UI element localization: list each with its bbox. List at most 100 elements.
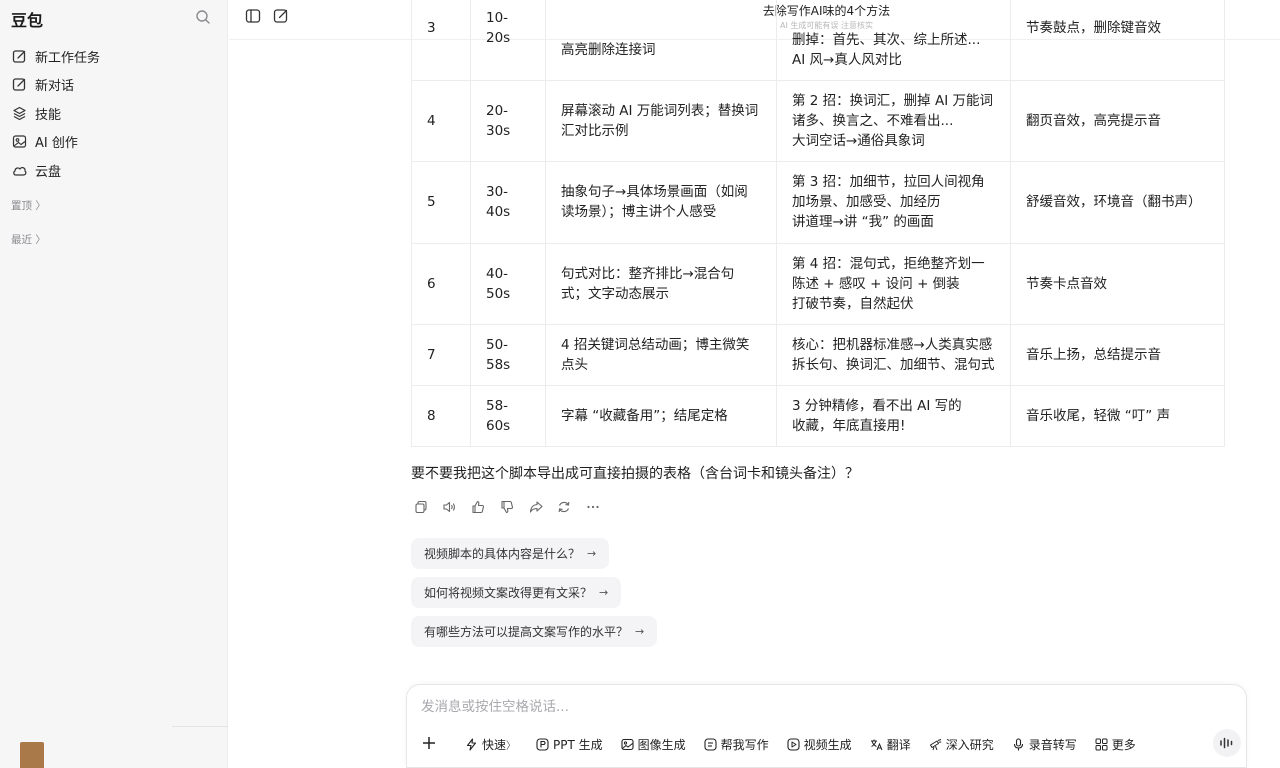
composer: 快速〉 PPT 生成 图像生成 帮我写作 视频生成 [406, 684, 1247, 768]
plus-icon[interactable] [421, 735, 437, 751]
table-cell-audio: 翻页音效，高亮提示音 [1010, 80, 1225, 162]
table-cell-num: 3 [411, 0, 471, 81]
table-cell-text: 3 分钟精修，看不出 AI 写的 收藏，年底直接用! [776, 385, 1011, 447]
table-cell-text: 第 3 招：加细节，拉回人间视角 加场景、加感受、加经历 讲道理→讲 “我” 的… [776, 161, 1011, 244]
sidebar-item-label: 新对话 [35, 79, 75, 95]
tool-more[interactable]: 更多 [1095, 736, 1136, 753]
layers-icon [12, 106, 27, 121]
research-icon [929, 738, 942, 751]
tool-writing[interactable]: 帮我写作 [704, 736, 769, 753]
sidebar: 豆包 新工作任务 新对话 技能 AI 创作 云盘 置顶 〉 最近 〉 [0, 0, 228, 768]
tool-quick-mode[interactable]: 快速〉 [465, 736, 516, 753]
avatar[interactable] [20, 742, 44, 768]
table-cell-time: 20-30s [470, 80, 546, 162]
thumbs-down-icon[interactable] [499, 499, 515, 515]
table-cell-visual: 屏幕滚动 AI 万能词列表；替换词汇对比示例 [545, 80, 777, 162]
app-logo-text: 豆包 [11, 11, 44, 30]
table-row: 4 20-30s 屏幕滚动 AI 万能词列表；替换词汇对比示例 第 2 招：换词… [411, 80, 1225, 162]
sidebar-item-label: 云盘 [35, 164, 62, 180]
sidebar-item-skills[interactable]: 技能 [0, 99, 228, 128]
suggestion-chip[interactable]: 有哪些方法可以提高文案写作的水平？ → [411, 616, 658, 647]
tool-label: 帮我写作 [720, 737, 769, 752]
table-cell-text: 第 4 招：混句式，拒绝整齐划一 陈述 + 感叹 + 设问 + 倒装 打破节奏，… [776, 243, 1011, 325]
message-input[interactable] [421, 695, 1201, 719]
cloud-icon [12, 163, 27, 178]
table-cell-audio: 节奏卡点音效 [1010, 243, 1225, 325]
narration-text: 删掉：首先、其次、综上所述... AI 风→真人风对比 [792, 32, 981, 69]
tool-ppt[interactable]: PPT 生成 [536, 736, 603, 753]
tool-label: 录音转写 [1028, 737, 1077, 752]
voice-input-button[interactable] [1213, 729, 1241, 757]
suggestion-text: 有哪些方法可以提高文案写作的水平？ [424, 625, 629, 639]
tool-label: 更多 [1111, 737, 1136, 752]
copy-icon[interactable] [413, 499, 429, 515]
speaker-icon[interactable] [442, 499, 458, 515]
new-chat-icon [12, 77, 27, 92]
tool-deep-research[interactable]: 深入研究 [929, 736, 994, 753]
tool-image-gen[interactable]: 图像生成 [621, 736, 686, 753]
suggestion-chip[interactable]: 视频脚本的具体内容是什么？ → [411, 538, 610, 569]
tool-label: 深入研究 [945, 737, 994, 752]
visual-text: 高亮删除连接词 [561, 42, 656, 59]
tool-label: PPT 生成 [553, 737, 603, 752]
suggestion-chip[interactable]: 如何将视频文案改得更有文采？ → [411, 577, 622, 608]
arrow-right-icon: → [635, 625, 645, 638]
sidebar-pinned-section[interactable]: 置顶 〉 [11, 198, 46, 213]
thumbs-up-icon[interactable] [470, 499, 486, 515]
table-cell-time: 40-50s [470, 243, 546, 325]
tool-transcribe[interactable]: 录音转写 [1012, 736, 1077, 753]
table-cell-audio: 音乐收尾，轻微 “叮” 声 [1010, 385, 1225, 447]
table-cell-num: 8 [411, 385, 471, 447]
sidebar-item-new-task[interactable]: 新工作任务 [0, 42, 228, 71]
sidebar-item-cloud[interactable]: 云盘 [0, 156, 228, 185]
table-cell-visual: 高亮删除连接词 [545, 0, 777, 81]
divider [172, 726, 228, 727]
assistant-followup-question: 要不要我把这个脚本导出成可直接拍摄的表格（含台词卡和镜头备注）？ [411, 466, 859, 482]
share-icon[interactable] [528, 499, 544, 515]
tool-label: 翻译 [886, 737, 911, 752]
table-cell-visual: 字幕 “收藏备用”；结尾定格 [545, 385, 777, 447]
ppt-icon [536, 737, 549, 751]
image-icon [12, 134, 27, 149]
composer-toolbar: 快速〉 PPT 生成 图像生成 帮我写作 视频生成 翻译 深入研究 录音转写 更… [465, 734, 1136, 754]
sidebar-recent-section[interactable]: 最近 〉 [11, 232, 46, 247]
table-cell-time: 10-20s [470, 0, 546, 81]
table-cell-text: 第 2 招：换词汇，删掉 AI 万能词 诸多、换言之、不难看出... 大词空话→… [776, 80, 1011, 162]
mic-icon [1012, 737, 1025, 751]
pinned-label: 置顶 [11, 200, 32, 212]
video-icon [787, 737, 800, 751]
search-icon[interactable] [195, 9, 211, 25]
lightning-icon [465, 737, 478, 751]
recent-label: 最近 [11, 234, 32, 246]
table-cell-time: 58-60s [470, 385, 546, 447]
tool-video-gen[interactable]: 视频生成 [787, 736, 852, 753]
table-cell-audio: 节奏鼓点，删除键音效 [1010, 0, 1225, 81]
tool-translate[interactable]: 翻译 [870, 736, 911, 753]
table-cell-num: 6 [411, 243, 471, 325]
sidebar-item-label: 新工作任务 [35, 50, 101, 66]
table-cell-audio: 音乐上扬，总结提示音 [1010, 324, 1225, 386]
tool-label: 视频生成 [803, 737, 852, 752]
table-cell-time: 30-40s [470, 161, 546, 244]
table-row: 5 30-40s 抽象句子→具体场景画面（如阅读场景）；博主讲个人感受 第 3 … [411, 161, 1225, 244]
table-row: 8 58-60s 字幕 “收藏备用”；结尾定格 3 分钟精修，看不出 AI 写的… [411, 385, 1225, 447]
tool-label: 图像生成 [637, 737, 686, 752]
suggestion-text: 视频脚本的具体内容是什么？ [424, 547, 581, 561]
image-gen-icon [621, 738, 634, 751]
message-actions [413, 499, 614, 515]
more-icon[interactable] [585, 499, 601, 515]
script-table: 3 10-20s 高亮删除连接词 删掉：首先、其次、综上所述... AI 风→真… [411, 0, 1225, 447]
sidebar-nav: 新工作任务 新对话 技能 AI 创作 云盘 [0, 42, 228, 185]
table-cell-visual: 句式对比：整齐排比→混合句式；文字动态展示 [545, 243, 777, 325]
sidebar-item-new-chat[interactable]: 新对话 [0, 71, 228, 100]
table-cell-text: 删掉：首先、其次、综上所述... AI 风→真人风对比 [776, 0, 1011, 81]
arrow-right-icon: → [599, 586, 609, 599]
edit-icon [12, 49, 27, 64]
sidebar-item-ai-create[interactable]: AI 创作 [0, 128, 228, 157]
table-row: 6 40-50s 句式对比：整齐排比→混合句式；文字动态展示 第 4 招：混句式… [411, 243, 1225, 325]
waveform-icon [1219, 736, 1235, 750]
table-cell-audio: 舒缓音效，环境音（翻书声） [1010, 161, 1225, 244]
regenerate-icon[interactable] [556, 499, 572, 515]
table-row: 3 10-20s 高亮删除连接词 删掉：首先、其次、综上所述... AI 风→真… [411, 0, 1225, 81]
table-cell-time: 50-58s [470, 324, 546, 386]
